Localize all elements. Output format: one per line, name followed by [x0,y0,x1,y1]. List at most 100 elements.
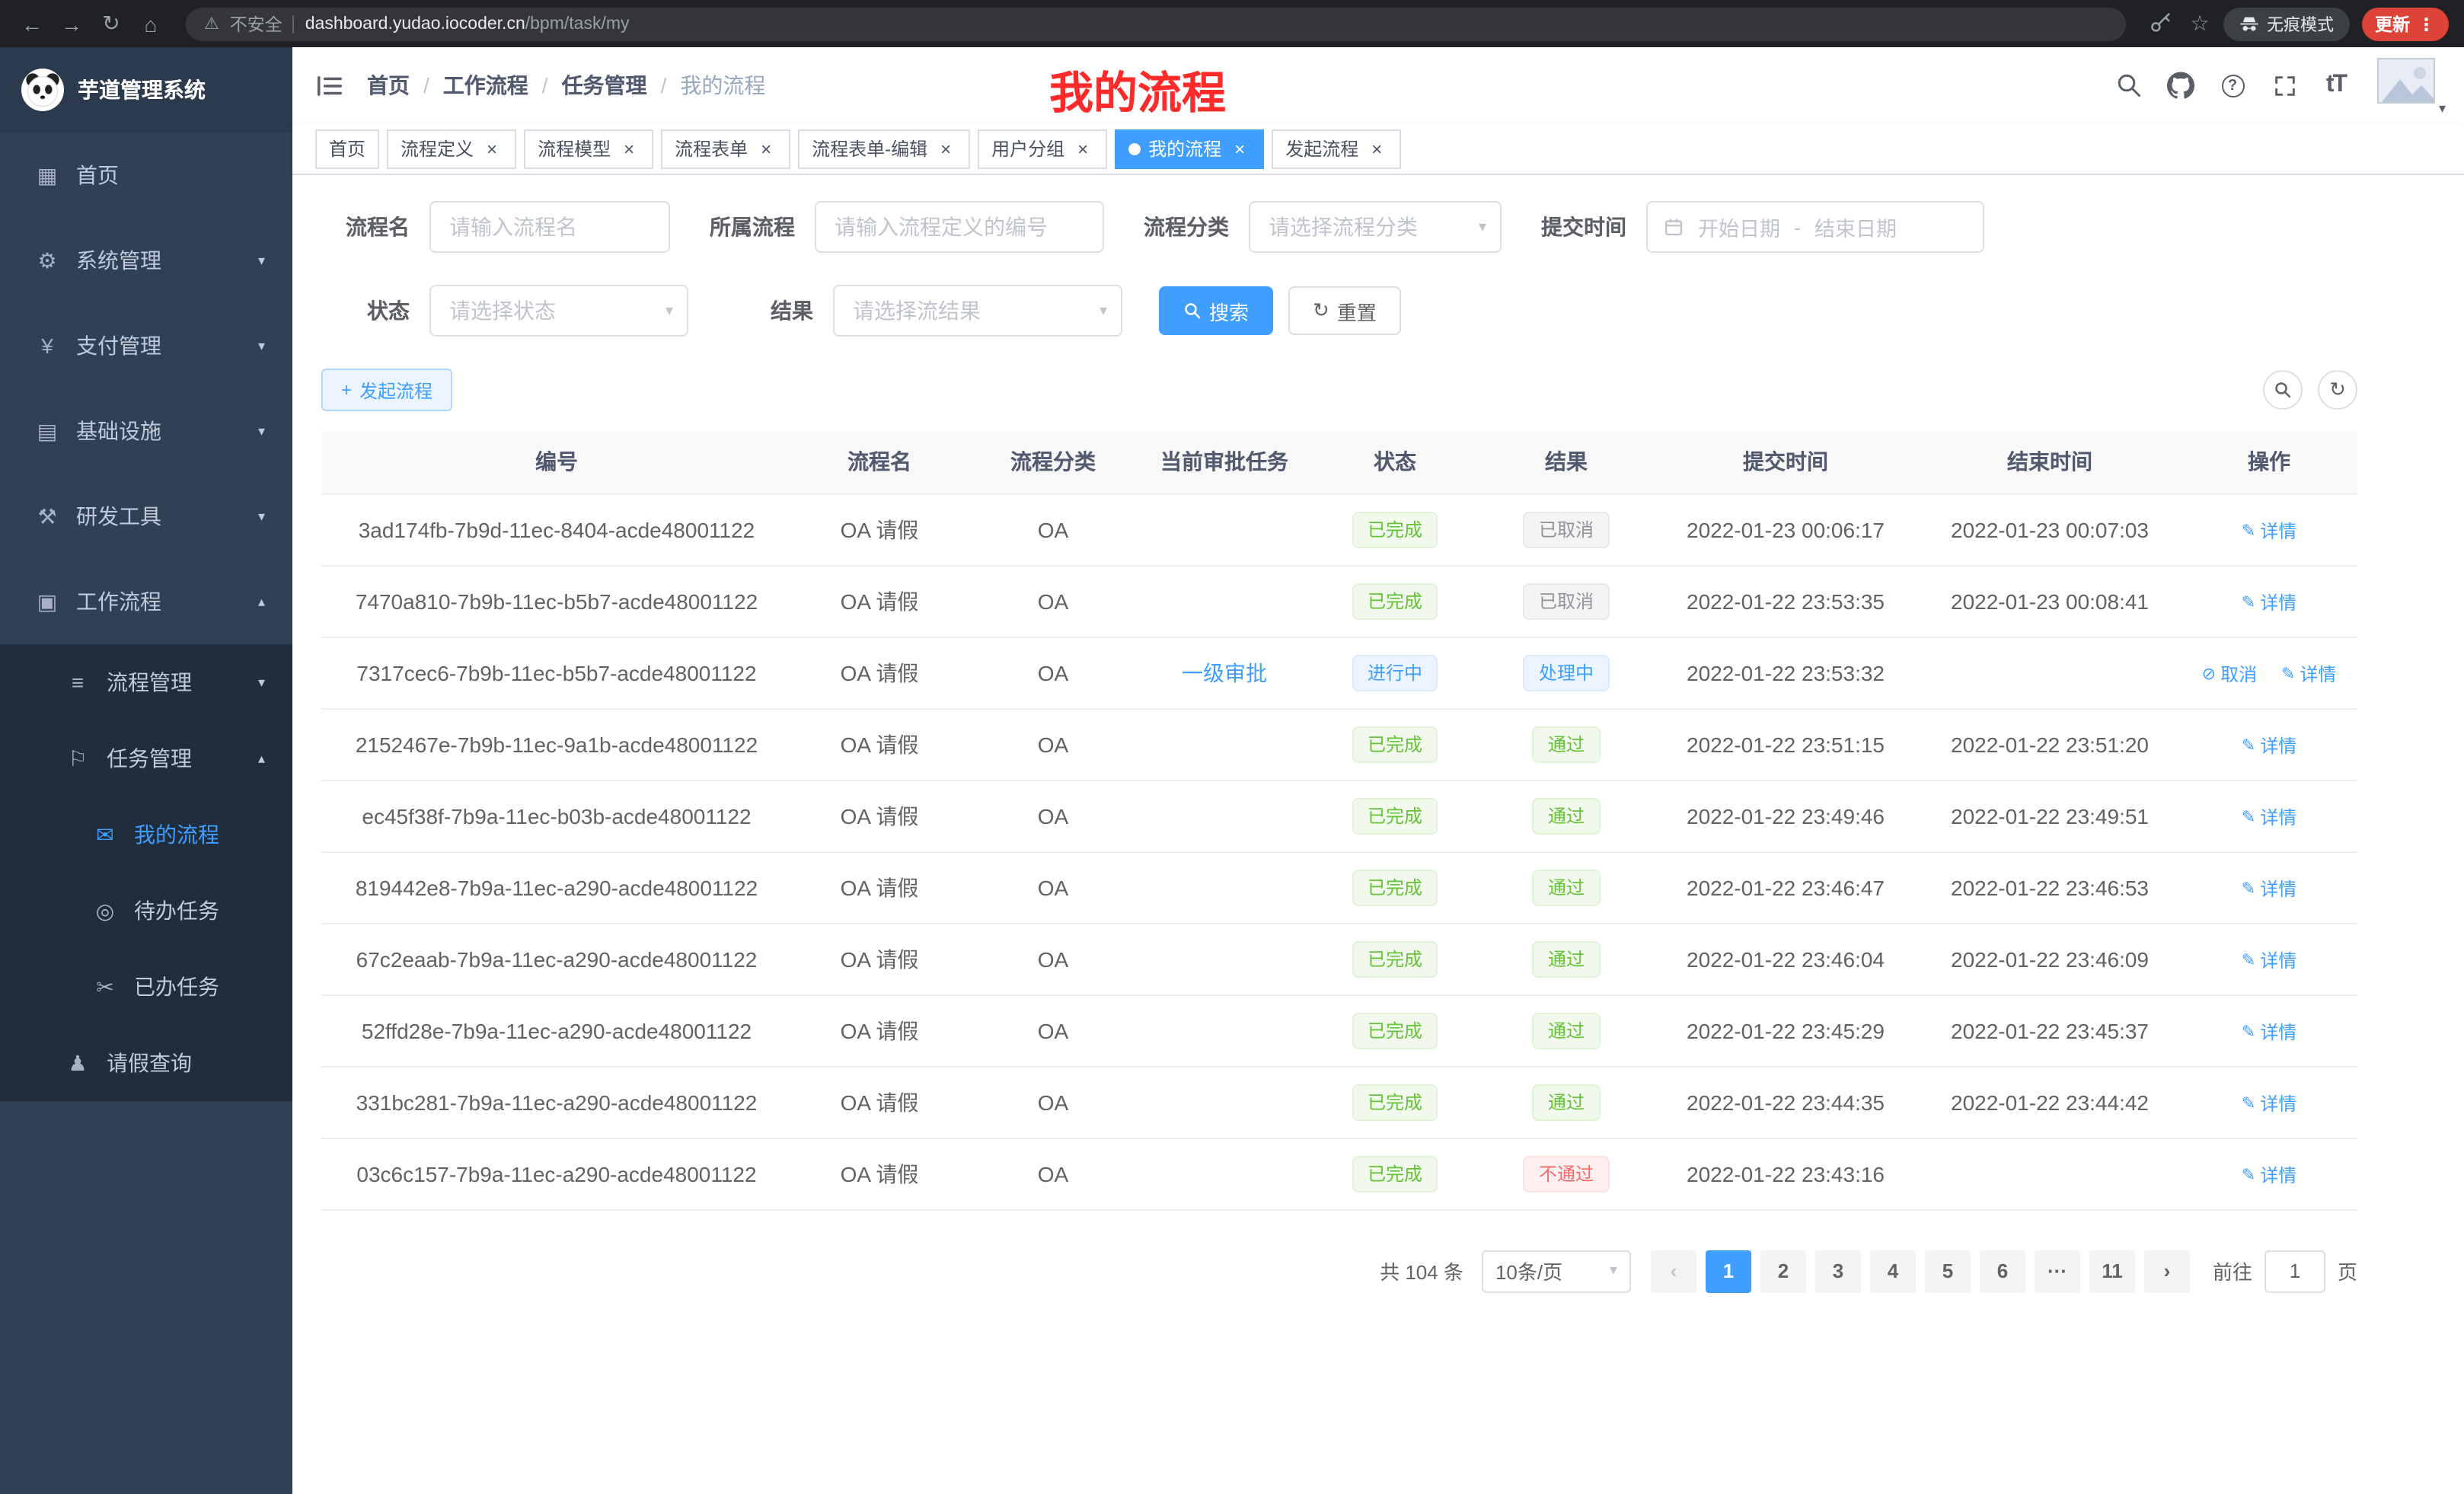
sidebar-item-payment-management[interactable]: ¥ 支付管理 ▾ [0,303,292,388]
close-icon[interactable]: × [1366,138,1387,159]
result-badge: 通过 [1533,940,1600,977]
sidebar-item-process-management[interactable]: ≡ 流程管理 ▾ [0,644,292,720]
breadcrumb-task-management[interactable]: 任务管理 [562,70,647,101]
process-definition-input[interactable] [815,201,1104,253]
sidebar-item-my-process[interactable]: ✉ 我的流程 [0,796,292,873]
tab-process-form-edit[interactable]: 流程表单-编辑 × [798,129,970,168]
tab-my-process[interactable]: 我的流程 × [1115,129,1264,168]
process-name-input[interactable] [429,201,670,253]
tab-process-model[interactable]: 流程模型 × [524,129,653,168]
detail-link[interactable]: ✎详情 [2242,875,2296,901]
sidebar-item-infrastructure[interactable]: ▤ 基础设施 ▾ [0,388,292,474]
search-icon[interactable] [2112,69,2146,102]
table-row: 7317cec6-7b9b-11ec-b5b7-acde48001122 OA … [321,637,2357,708]
sidebar-item-done-tasks[interactable]: ✂ 已办任务 [0,949,292,1025]
detail-link[interactable]: ✎详情 [2242,947,2296,972]
page-button-4[interactable]: 4 [1870,1250,1916,1292]
sidebar-item-task-management[interactable]: ⚐ 任务管理 ▴ [0,720,292,796]
page-button-2[interactable]: 2 [1760,1250,1806,1292]
result-select[interactable]: 请选择流结果 ▾ [833,285,1122,337]
detail-link[interactable]: ✎详情 [2242,517,2296,543]
status-badge: 已完成 [1352,940,1438,977]
sidebar-item-system-management[interactable]: ⚙ 系统管理 ▾ [0,218,292,303]
status-badge: 已完成 [1352,583,1438,619]
detail-link[interactable]: ✎详情 [2281,660,2336,686]
address-bar[interactable]: ⚠ 不安全 dashboard.yudao.iocoder.cn/bpm/tas… [186,7,2125,40]
tab-home[interactable]: 首页 [315,129,379,168]
category-select[interactable]: 请选择流程分类 ▾ [1249,201,1502,253]
tab-process-definition[interactable]: 流程定义 × [387,129,516,168]
detail-link[interactable]: ✎详情 [2242,1090,2296,1116]
close-icon[interactable]: × [481,138,503,159]
pages-ellipsis[interactable]: ··· [2035,1250,2080,1292]
prev-page-button[interactable]: ‹ [1651,1250,1696,1292]
start-process-button[interactable]: + 发起流程 [321,369,452,411]
detail-link[interactable]: ✎详情 [2242,589,2296,615]
sidebar-item-todo-tasks[interactable]: ◎ 待办任务 [0,873,292,949]
forward-icon[interactable]: → [55,7,88,40]
sidebar-menu: ▦ 首页 ⚙ 系统管理 ▾ ¥ 支付管理 ▾ ▤ 基础设施 ▾ [0,132,292,1101]
close-icon[interactable]: × [755,138,777,159]
next-page-button[interactable]: › [2144,1250,2190,1292]
home-icon[interactable]: ⌂ [134,7,168,40]
bookmark-star-icon[interactable]: ☆ [2183,7,2217,40]
page-button-3[interactable]: 3 [1815,1250,1861,1292]
page-button-1[interactable]: 1 [1706,1250,1751,1292]
page-size-select[interactable]: 10条/页 ▾ [1482,1250,1631,1292]
toggle-search-icon[interactable] [2263,370,2303,410]
font-size-icon[interactable]: tT [2319,69,2353,102]
page-goto-input[interactable] [2265,1250,2325,1292]
result-label: 结果 [725,295,813,326]
sidebar-item-label: 基础设施 [76,416,161,446]
tab-process-form[interactable]: 流程表单 × [661,129,790,168]
fullscreen-icon[interactable] [2268,69,2301,102]
tab-user-group[interactable]: 用户分组 × [978,129,1107,168]
menu-dots-icon[interactable]: ⋮ [2418,13,2435,34]
sidebar-item-home[interactable]: ▦ 首页 [0,132,292,218]
detail-link[interactable]: ✎详情 [2242,1161,2296,1187]
sidebar-item-devtools[interactable]: ⚒ 研发工具 ▾ [0,474,292,559]
cancel-link[interactable]: ⊘取消 [2202,660,2257,686]
github-icon[interactable] [2164,69,2197,102]
reset-button[interactable]: ↻ 重置 [1288,286,1401,335]
current-task-link[interactable]: 一级审批 [1182,660,1267,685]
close-icon[interactable]: × [618,138,640,159]
page-content: 流程名 所属流程 流程分类 请选择流程分类 ▾ [292,175,2464,1494]
page-button-6[interactable]: 6 [1980,1250,2025,1292]
breadcrumb-home[interactable]: 首页 [367,70,410,101]
close-icon[interactable]: × [935,138,956,159]
close-icon[interactable]: × [1229,138,1250,159]
password-key-icon[interactable] [2143,7,2177,40]
update-button[interactable]: 更新 ⋮ [2361,7,2449,40]
detail-link[interactable]: ✎详情 [2242,803,2296,829]
breadcrumb-workflow[interactable]: 工作流程 [443,70,528,101]
submit-time-range[interactable]: 开始日期 - 结束日期 [1646,201,1984,253]
search-button[interactable]: 搜索 [1159,286,1273,335]
status-badge: 已完成 [1352,1155,1438,1192]
cell-id: 67c2eaab-7b9a-11ec-a290-acde48001122 [321,923,792,994]
page-button-5[interactable]: 5 [1925,1250,1971,1292]
sidebar-item-leave-query[interactable]: ♟ 请假查询 [0,1025,292,1101]
detail-link[interactable]: ✎详情 [2242,732,2296,758]
status-select[interactable]: 请选择状态 ▾ [429,285,688,337]
cell-id: 2152467e-7b9b-11ec-9a1b-acde48001122 [321,708,792,780]
reload-icon[interactable]: ↻ [94,7,128,40]
cell-name: OA 请假 [792,851,967,923]
col-id: 编号 [321,431,792,493]
app-logo[interactable]: 芋道管理系统 [0,47,292,132]
sidebar-item-workflow[interactable]: ▣ 工作流程 ▴ [0,559,292,644]
detail-link[interactable]: ✎详情 [2242,1018,2296,1044]
cell-name: OA 请假 [792,708,967,780]
tab-start-process[interactable]: 发起流程 × [1272,129,1401,168]
page-button-11[interactable]: 11 [2089,1250,2135,1292]
close-icon[interactable]: × [1072,138,1093,159]
refresh-table-icon[interactable]: ↻ [2318,370,2357,410]
table-toolbar: + 发起流程 ↻ [321,369,2357,411]
security-label[interactable]: 不安全 [230,11,282,36]
help-icon[interactable]: ? [2216,69,2249,102]
edit-icon: ✎ [2242,1093,2255,1113]
user-avatar[interactable]: ▾ [2377,58,2441,113]
chevron-up-icon: ▴ [258,593,265,610]
hamburger-icon[interactable] [315,71,344,100]
back-icon[interactable]: ← [15,7,49,40]
